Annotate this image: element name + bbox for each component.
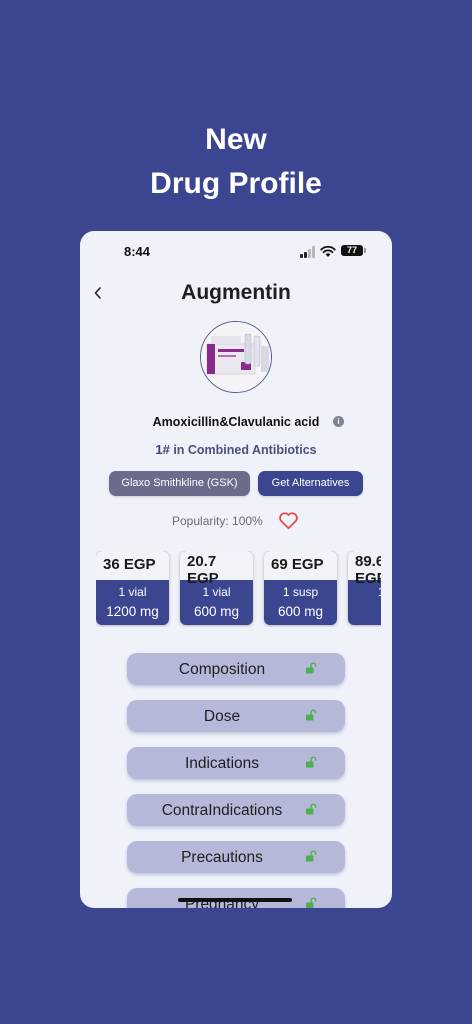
active-ingredient-row: Amoxicillin&Clavulanic acid i [80, 413, 392, 431]
battery-icon: 77 [341, 245, 363, 256]
wifi-icon [320, 245, 336, 257]
page-title: Augmentin [181, 281, 291, 304]
unlock-icon [306, 803, 317, 815]
price-unit: 14 [348, 585, 381, 599]
section-label: Indications [184, 755, 260, 772]
info-icon[interactable]: i [333, 416, 344, 427]
unlock-icon [306, 897, 317, 908]
section-contraindications-button[interactable]: ContraIndications [127, 794, 345, 826]
section-precautions-button[interactable]: Precautions [127, 841, 345, 873]
promo-line-2: Drug Profile [150, 167, 322, 200]
unlock-icon [306, 850, 317, 862]
heart-outline-icon[interactable] [278, 511, 299, 530]
rank-category: in Combined Antibiotics [169, 443, 317, 457]
section-indications-button[interactable]: Indications [127, 747, 345, 779]
price-strength: 600 mg [193, 604, 240, 619]
rank-number: 1# [155, 442, 170, 457]
price-strength: 600 mg [277, 604, 324, 619]
section-label: ContraIndications [161, 802, 283, 819]
price-card[interactable]: 36 EGP 1 vial 1200 mg [96, 551, 169, 625]
section-label: Composition [178, 661, 266, 678]
phone-screen: 8:44 77 Augmentin Amoxicillin&Clavulanic… [80, 231, 392, 908]
price-card[interactable]: 20.7 EGP 1 vial 600 mg [180, 551, 253, 625]
section-label: Precautions [181, 849, 263, 866]
price-strength: 1 [348, 604, 382, 619]
status-time: 8:44 [124, 244, 151, 259]
price-unit: 1 susp [282, 585, 319, 599]
popularity-row: Popularity: 100% [80, 510, 392, 532]
unlock-icon [306, 709, 317, 721]
unlock-icon [306, 662, 317, 674]
promo-headline: New Drug Profile [0, 118, 472, 206]
active-ingredient: Amoxicillin&Clavulanic acid [152, 415, 320, 429]
price-value: 69 EGP [271, 556, 324, 573]
price-value: 36 EGP [103, 556, 156, 573]
price-unit: 1 vial [118, 585, 147, 599]
price-card[interactable]: 89.6 EGP 14 1 [348, 551, 381, 625]
company-button[interactable]: Glaxo Smithkline (GSK) [109, 471, 250, 496]
price-strength: 1200 mg [106, 604, 159, 619]
price-card[interactable]: 69 EGP 1 susp 600 mg [264, 551, 337, 625]
popularity-text: Popularity: 100% [172, 514, 263, 528]
price-value: 20.7 EGP [187, 553, 219, 587]
price-list[interactable]: 36 EGP 1 vial 1200 mg 20.7 EGP 1 vial 60… [96, 551, 381, 627]
price-value: 89.6 EGP [355, 553, 381, 587]
unlock-icon [306, 756, 317, 768]
price-unit: 1 vial [202, 585, 231, 599]
drug-package-image [200, 321, 272, 393]
battery-tip [364, 248, 366, 253]
get-alternatives-button[interactable]: Get Alternatives [258, 471, 363, 496]
signal-icon [300, 246, 317, 258]
status-bar: 8:44 77 [80, 231, 392, 271]
section-composition-button[interactable]: Composition [127, 653, 345, 685]
section-dose-button[interactable]: Dose [127, 700, 345, 732]
drug-rank: 1# in Combined Antibiotics [80, 442, 392, 457]
home-indicator [178, 898, 292, 902]
promo-line-1: New [205, 123, 267, 156]
section-label: Dose [203, 708, 241, 725]
